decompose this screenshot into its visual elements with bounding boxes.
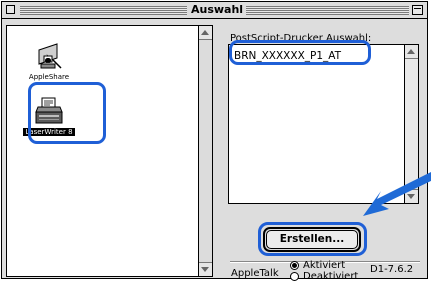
scroll-up-button[interactable] <box>199 26 212 40</box>
pointer-arrow-icon <box>359 169 431 227</box>
driver-label-appleshare: AppleShare <box>28 73 70 81</box>
title-stripes-left <box>20 6 187 15</box>
appletalk-active-label: Aktiviert <box>303 260 346 271</box>
chooser-window: Auswahl AppleShare LaserWriter 8 PostScr… <box>1 1 431 282</box>
chooser-content: AppleShare LaserWriter 8 PostScript-Druc… <box>2 19 431 282</box>
radio-active-icon[interactable] <box>290 261 299 270</box>
collapse-box-icon[interactable] <box>412 5 423 15</box>
laserwriter-highlight-frame <box>28 82 106 144</box>
scroll-up-arrow-icon <box>201 30 209 35</box>
driver-item-appleshare[interactable]: AppleShare <box>19 40 79 81</box>
printer-entry-highlight-frame <box>229 40 371 65</box>
appletalk-inactive-option[interactable]: Deaktiviert <box>290 271 358 282</box>
window-title: Auswahl <box>191 3 244 16</box>
title-stripes-right <box>246 6 409 15</box>
appletalk-inactive-label: Deaktiviert <box>303 271 359 282</box>
close-box-icon[interactable] <box>6 5 15 14</box>
scroll-down-arrow-icon <box>201 267 209 272</box>
driver-list: AppleShare LaserWriter 8 <box>6 25 213 277</box>
version-label: D1-7.6.2 <box>370 264 414 275</box>
printer-scroll-up-arrow-icon <box>407 49 415 54</box>
radio-inactive-icon[interactable] <box>290 272 299 281</box>
scroll-down-button[interactable] <box>199 262 212 276</box>
printer-scroll-up-button[interactable] <box>405 45 418 59</box>
create-button[interactable]: Erstellen... <box>266 230 358 249</box>
appletalk-label: AppleTalk <box>231 268 279 279</box>
title-bar[interactable]: Auswahl <box>2 2 427 19</box>
appleshare-icon <box>33 40 65 72</box>
driver-list-scrollbar[interactable] <box>198 26 212 276</box>
appletalk-active-option[interactable]: Aktiviert <box>290 260 345 271</box>
